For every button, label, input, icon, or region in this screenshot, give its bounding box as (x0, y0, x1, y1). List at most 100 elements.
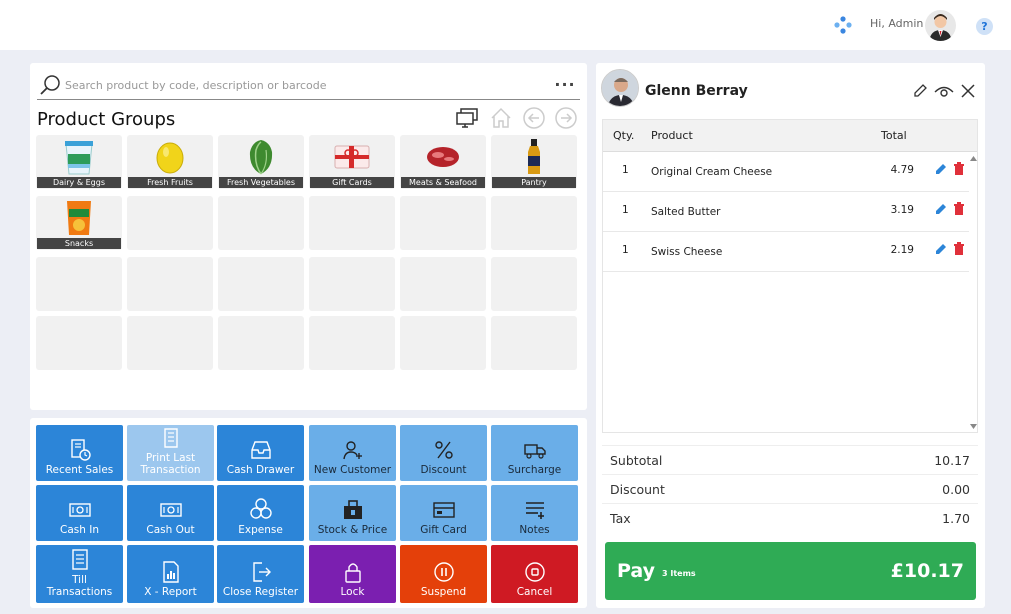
lock-button[interactable]: Lock (309, 545, 396, 603)
surcharge-button[interactable]: Surcharge (491, 425, 578, 481)
gift-card-icon (309, 135, 395, 178)
pay-label: Pay (617, 560, 656, 582)
cart-panel: Glenn Berray Qty. Product Total 1 Origin… (596, 63, 985, 608)
subtotal-row: Subtotal 10.17 (602, 445, 978, 473)
cash-in-button[interactable]: Cash In (36, 485, 123, 541)
stock-price-button[interactable]: Stock & Price (309, 485, 396, 541)
button-label: Stock & Price (317, 524, 388, 536)
display-icon[interactable] (455, 106, 479, 130)
drawer-icon (250, 441, 271, 459)
card-icon (432, 502, 455, 518)
recent-sales-button[interactable]: Recent Sales (36, 425, 123, 481)
empty-tile (491, 196, 577, 250)
item-qty: 1 (622, 204, 629, 216)
cart-row[interactable]: 1 Original Cream Cheese 4.79 (602, 152, 969, 192)
back-arrow-icon[interactable] (522, 106, 546, 130)
admin-avatar[interactable] (925, 10, 956, 41)
empty-tile (127, 257, 213, 311)
empty-tile (127, 316, 213, 370)
pay-button[interactable]: Pay 3 Items £10.17 (605, 542, 976, 600)
group-tile-snacks[interactable]: Snacks (36, 196, 122, 250)
group-tile-label: Meats & Seafood (401, 177, 485, 188)
item-qty: 1 (622, 244, 629, 256)
more-options-icon[interactable]: ... (552, 73, 578, 94)
group-tile-meats-seafood[interactable]: Meats & Seafood (400, 135, 486, 189)
button-label: Recent Sales (45, 464, 114, 476)
empty-tile (400, 316, 486, 370)
button-label: Lock (340, 586, 365, 598)
pay-item-count: 3 Items (662, 569, 696, 578)
cart-scrollbar[interactable] (969, 152, 978, 433)
cash-drawer-button[interactable]: Cash Drawer (217, 425, 304, 481)
empty-tile (218, 196, 304, 250)
cash-out-button[interactable]: Cash Out (127, 485, 214, 541)
notes-icon (525, 502, 544, 519)
item-total: 2.19 (890, 244, 914, 256)
customer-name[interactable]: Glenn Berray (645, 83, 748, 99)
notes-button[interactable]: Notes (491, 485, 578, 541)
group-tile-pantry[interactable]: Pantry (491, 135, 577, 189)
help-icon[interactable]: ? (976, 18, 993, 35)
search-input[interactable] (65, 75, 535, 95)
apps-icon[interactable] (833, 15, 853, 35)
meat-icon (400, 135, 486, 178)
search-icon[interactable] (39, 74, 61, 96)
till-transactions-button[interactable]: Till Transactions (36, 545, 123, 603)
group-tile-label: Gift Cards (310, 177, 394, 188)
top-bar: Hi, Admin ? (0, 0, 1011, 50)
item-product: Swiss Cheese (651, 246, 723, 258)
group-tile-fresh-fruits[interactable]: Fresh Fruits (127, 135, 213, 189)
group-tile-gift-cards[interactable]: Gift Cards (309, 135, 395, 189)
product-panel: ... Product Groups (30, 63, 587, 410)
cart-row[interactable]: 1 Swiss Cheese 2.19 (602, 232, 969, 272)
button-label: Discount (420, 464, 467, 476)
coins-icon (249, 498, 272, 519)
empty-tile (218, 316, 304, 370)
group-tile-dairy-eggs[interactable]: Dairy & Eggs (36, 135, 122, 189)
tax-row: Tax 1.70 (602, 503, 978, 531)
gift-card-button[interactable]: Gift Card (400, 485, 487, 541)
exit-icon (252, 562, 271, 582)
new-customer-button[interactable]: New Customer (309, 425, 396, 481)
x-report-button[interactable]: X - Report (127, 545, 214, 603)
group-tile-label: Dairy & Eggs (37, 177, 121, 188)
pay-amount: £10.17 (890, 560, 964, 582)
cart-row[interactable]: 1 Salted Butter 3.19 (602, 192, 969, 232)
search-bar: ... (37, 72, 580, 100)
delete-item-icon[interactable] (953, 242, 965, 255)
lemon-icon (127, 135, 213, 178)
button-label: Cash In (60, 524, 99, 536)
qty-header: Qty. (613, 129, 635, 142)
edit-item-icon[interactable] (935, 243, 947, 255)
edit-item-icon[interactable] (935, 203, 947, 215)
cancel-button[interactable]: Cancel (491, 545, 578, 603)
empty-tile (36, 257, 122, 311)
empty-tile (127, 196, 213, 250)
button-label: Cash Drawer (226, 464, 295, 476)
print-last-transaction-button[interactable]: Print Last Transaction (127, 425, 214, 481)
empty-tile (400, 257, 486, 311)
subtotal-value: 10.17 (934, 453, 970, 468)
receipt-print-icon (163, 428, 178, 448)
receipt-clock-icon (70, 439, 91, 461)
forward-arrow-icon[interactable] (554, 106, 578, 130)
suspend-button[interactable]: Suspend (400, 545, 487, 603)
tax-value: 1.70 (942, 511, 970, 526)
empty-tile (491, 316, 577, 370)
close-register-button[interactable]: Close Register (217, 545, 304, 603)
close-icon[interactable] (960, 83, 976, 99)
group-tile-label: Snacks (37, 238, 121, 249)
group-tile-fresh-vegetables[interactable]: Fresh Vegetables (218, 135, 304, 189)
expense-button[interactable]: Expense (217, 485, 304, 541)
view-icon[interactable] (934, 83, 954, 99)
cart-table-header: Qty. Product Total (602, 119, 978, 152)
delete-item-icon[interactable] (953, 162, 965, 175)
edit-customer-icon[interactable] (912, 83, 928, 99)
discount-button[interactable]: Discount (400, 425, 487, 481)
home-icon[interactable] (489, 106, 513, 130)
group-tile-label: Fresh Vegetables (219, 177, 303, 188)
delete-item-icon[interactable] (953, 202, 965, 215)
item-total: 3.19 (890, 204, 914, 216)
cash-out-icon (159, 503, 182, 517)
edit-item-icon[interactable] (935, 163, 947, 175)
